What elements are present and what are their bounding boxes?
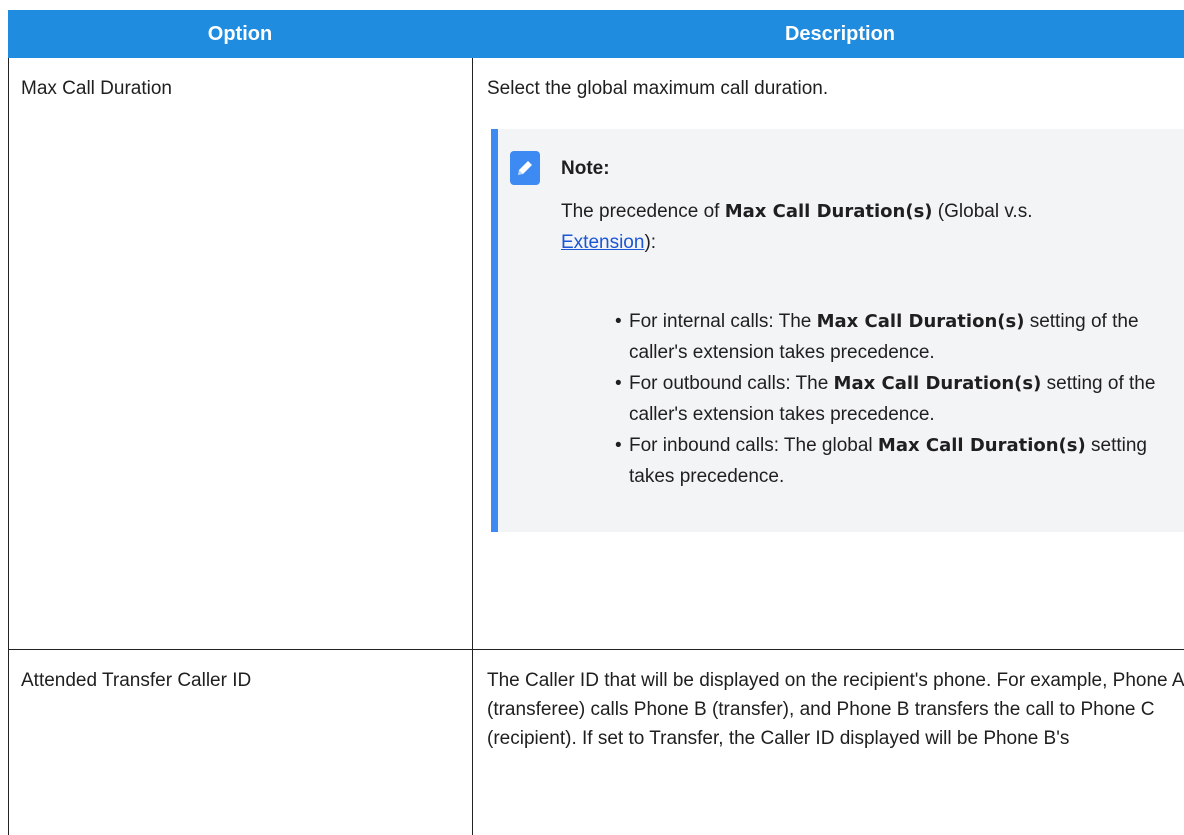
description-cell: The Caller ID that will be displayed on … — [473, 650, 1184, 835]
pencil-note-icon — [510, 151, 540, 185]
cut-off-heading — [20, 0, 220, 2]
table-header: Option Description — [8, 10, 1184, 58]
description-text: The Caller ID that will be displayed on … — [487, 670, 1184, 749]
option-name: Attended Transfer Caller ID — [21, 670, 252, 691]
extension-link[interactable]: Extension — [561, 232, 644, 253]
table-row: Max Call Duration Select the global maxi… — [8, 58, 1184, 650]
header-description: Description — [784, 22, 896, 45]
option-cell: Max Call Duration — [9, 58, 473, 649]
list-item: For outbound calls: The Max Call Duratio… — [613, 368, 1183, 430]
note-intro: The precedence of Max Call Duration(s) (… — [561, 196, 1121, 258]
note-callout: Note: The precedence of Max Call Duratio… — [491, 129, 1184, 532]
note-title: Note: — [561, 158, 610, 179]
list-item: For inbound calls: The global Max Call D… — [613, 430, 1183, 492]
note-intro-text: ): — [644, 232, 657, 253]
note-intro-text: The precedence of — [561, 201, 725, 222]
option-name: Max Call Duration — [21, 78, 172, 99]
description-cell: Select the global maximum call duration.… — [473, 58, 1184, 649]
description-text: Select the global maximum call duration. — [487, 78, 829, 99]
option-cell: Attended Transfer Caller ID — [9, 650, 473, 835]
list-item: For internal calls: The Max Call Duratio… — [613, 306, 1183, 368]
header-option: Option — [207, 22, 273, 45]
precedence-list: For internal calls: The Max Call Duratio… — [613, 306, 1183, 492]
note-intro-text: (Global v.s. — [932, 201, 1033, 222]
table-row: Attended Transfer Caller ID The Caller I… — [8, 650, 1184, 835]
term-max-call-duration: Max Call Duration(s) — [724, 201, 933, 222]
